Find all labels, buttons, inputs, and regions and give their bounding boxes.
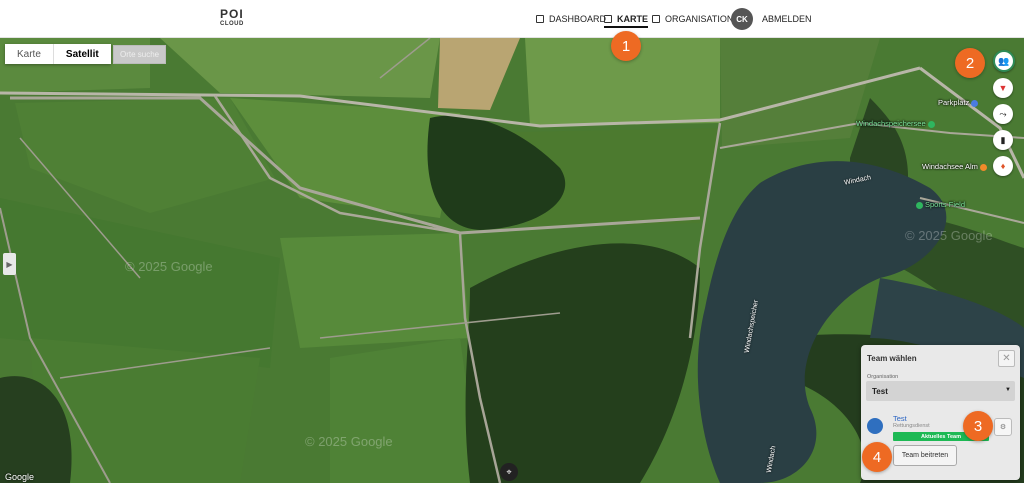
sidebar-expand-button[interactable]: ▶ bbox=[3, 253, 16, 275]
dashboard-icon bbox=[536, 15, 544, 23]
close-button[interactable]: ✕ bbox=[998, 350, 1015, 367]
organisation-icon bbox=[652, 15, 660, 23]
team-icon: 👥 bbox=[998, 55, 1010, 66]
map-watermark: © 2025 Google bbox=[305, 434, 393, 449]
parking-icon bbox=[971, 99, 979, 107]
map-icon bbox=[604, 15, 612, 23]
organisation-select[interactable]: Test ▼ bbox=[866, 381, 1015, 401]
filter-icon: ▼ bbox=[998, 83, 1008, 93]
logo-text-top: POI bbox=[220, 7, 244, 21]
close-icon: ✕ bbox=[1002, 353, 1011, 364]
poi-windachsee-alm[interactable]: Windachsee Alm bbox=[922, 162, 987, 171]
chevron-down-icon: ▼ bbox=[1005, 387, 1011, 393]
filter-button[interactable]: ▼ bbox=[993, 78, 1013, 98]
restaurant-icon bbox=[979, 163, 987, 171]
map-watermark: © 2025 Google bbox=[125, 259, 213, 274]
team-settings-button[interactable]: ⚙ bbox=[994, 418, 1012, 436]
recenter-button[interactable]: ⌖ bbox=[500, 463, 518, 481]
team-name-link[interactable]: Test bbox=[893, 414, 907, 423]
user-gear-icon: ⚙ bbox=[999, 424, 1007, 431]
chevron-right-icon: ▶ bbox=[6, 259, 13, 269]
map-type-karte[interactable]: Karte bbox=[5, 44, 53, 64]
compass-icon: ♦ bbox=[1000, 161, 1006, 171]
nav-karte-label: KARTE bbox=[617, 14, 648, 24]
nav-dashboard[interactable]: DASHBOARD bbox=[536, 0, 606, 38]
map-type-toggle: Karte Satellit bbox=[5, 44, 111, 64]
map-tool-buttons: 👥 ▼ ⤳ ▮ ♦ bbox=[993, 50, 1015, 176]
panel-title: Team wählen bbox=[867, 354, 917, 363]
poi-parkplatz-label: Parkplatz bbox=[938, 98, 970, 107]
annotation-badge-2: 2 bbox=[955, 48, 985, 78]
poi-sports-field-label: Sports Field bbox=[925, 200, 966, 209]
nav-organisation[interactable]: ORGANISATION bbox=[652, 0, 733, 38]
map-watermark: © 2025 Google bbox=[905, 228, 993, 243]
crosshair-icon: ⌖ bbox=[506, 466, 512, 477]
annotation-badge-3: 3 bbox=[963, 411, 993, 441]
bookmark-button[interactable]: ▮ bbox=[993, 130, 1013, 150]
route-button[interactable]: ⤳ bbox=[993, 104, 1013, 124]
compass-button[interactable]: ♦ bbox=[993, 156, 1013, 176]
nav-organisation-label: ORGANISATION bbox=[665, 14, 734, 24]
organisation-label: Organisation bbox=[867, 374, 899, 380]
logo-text-bottom: CLOUD bbox=[220, 21, 244, 27]
route-icon: ⤳ bbox=[999, 108, 1007, 119]
sports-field-icon bbox=[916, 201, 923, 209]
nature-icon bbox=[927, 120, 935, 128]
poi-windachspeichersee[interactable]: Windachspeichersee bbox=[856, 119, 935, 128]
poi-parkplatz[interactable]: Parkplatz bbox=[938, 98, 979, 107]
join-team-button[interactable]: Team beitreten bbox=[893, 445, 957, 466]
poi-cloud-logo[interactable]: POI CLOUD bbox=[220, 8, 250, 27]
nav-logout[interactable]: ABMELDEN bbox=[762, 0, 812, 38]
map-type-satellit[interactable]: Satellit bbox=[52, 44, 111, 64]
place-search-button[interactable]: Orte suche bbox=[113, 45, 167, 64]
annotation-badge-1: 1 bbox=[611, 31, 641, 61]
nav-dashboard-label: DASHBOARD bbox=[549, 14, 607, 24]
top-navigation-bar: POI CLOUD DASHBOARD KARTE ORGANISATION C… bbox=[0, 0, 1024, 38]
user-avatar[interactable]: CK bbox=[731, 8, 753, 30]
team-button[interactable]: 👥 bbox=[993, 50, 1015, 72]
organisation-select-value: Test bbox=[872, 386, 888, 396]
annotation-badge-4: 4 bbox=[862, 442, 892, 472]
poi-windachspeichersee-label: Windachspeichersee bbox=[856, 119, 926, 128]
team-avatar bbox=[867, 418, 883, 434]
poi-sports-field[interactable]: Sports Field bbox=[916, 200, 965, 209]
poi-windachsee-alm-label: Windachsee Alm bbox=[922, 162, 978, 171]
google-attribution: Google bbox=[5, 472, 35, 482]
bookmark-icon: ▮ bbox=[1000, 134, 1006, 145]
team-type: Rettungsdienst bbox=[893, 423, 930, 429]
